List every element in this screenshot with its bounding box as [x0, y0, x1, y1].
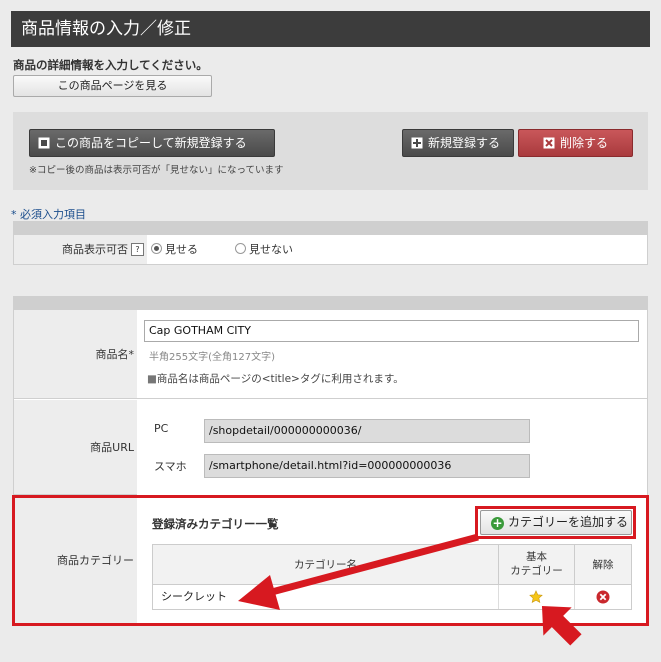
arrow-to-star-icon	[541, 605, 582, 646]
arrow-to-category-row	[238, 533, 479, 610]
annotation-arrows	[238, 533, 582, 646]
